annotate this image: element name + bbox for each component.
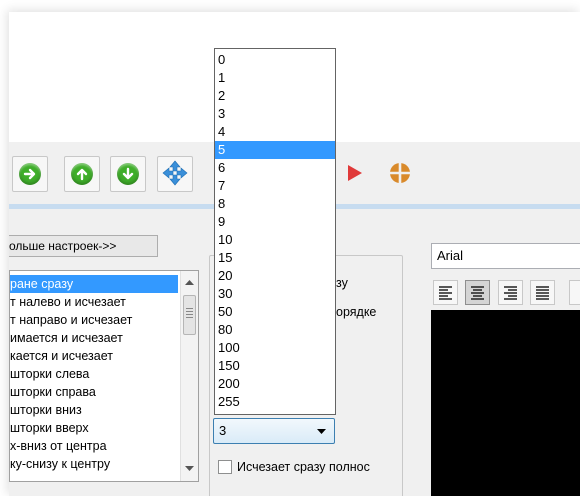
move-down-button[interactable] (110, 156, 146, 192)
move-all-button[interactable] (157, 156, 193, 192)
arrow-up-icon (71, 163, 93, 185)
preview-area (431, 310, 580, 496)
align-center-button[interactable] (465, 280, 490, 305)
dropdown-option[interactable]: 8 (215, 195, 335, 213)
dropdown-option[interactable]: 9 (215, 213, 335, 231)
speed-dropdown-list[interactable]: 0 1 2 3 4 5 6 7 8 9 10 15 20 30 50 80 10… (214, 48, 336, 415)
align-right-icon (504, 286, 517, 300)
move-right-button[interactable] (12, 156, 48, 192)
stop-icon (388, 161, 412, 188)
align-justify-button[interactable] (530, 280, 555, 305)
dropdown-option[interactable]: 20 (215, 267, 335, 285)
arrow-right-icon (19, 163, 41, 185)
dropdown-option[interactable]: 30 (215, 285, 335, 303)
dropdown-option[interactable]: 1 (215, 69, 335, 87)
speed-combobox[interactable]: 3 (213, 418, 335, 444)
font-name-field[interactable]: Arial (431, 243, 580, 269)
option-label-order: орядке (336, 305, 377, 319)
align-right-button[interactable] (498, 280, 523, 305)
arrow-down-icon (117, 163, 139, 185)
dropdown-option[interactable]: 200 (215, 375, 335, 393)
list-item[interactable]: т направо и исчезает (10, 311, 132, 329)
vanish-checkbox-label: Исчезает сразу полнос (237, 460, 370, 474)
align-left-icon (439, 286, 452, 300)
list-item[interactable]: шторки справа (10, 383, 96, 401)
scroll-thumb[interactable] (183, 295, 196, 335)
chevron-down-icon[interactable] (317, 429, 326, 434)
play-button[interactable] (337, 156, 373, 192)
dropdown-option[interactable]: 255 (215, 393, 335, 411)
app-window: ольше настроек->> ране сразу т налево и … (9, 12, 580, 496)
list-item[interactable]: шторки вверх (10, 419, 89, 437)
vanish-checkbox[interactable] (218, 460, 232, 474)
extra-format-button[interactable] (569, 280, 580, 305)
option-label-instant: зу (336, 276, 348, 290)
list-item[interactable]: т налево и исчезает (10, 293, 126, 311)
dropdown-option[interactable]: 3 (215, 105, 335, 123)
dropdown-option[interactable]: 10 (215, 231, 335, 249)
effects-listbox[interactable]: ране сразу т налево и исчезает т направо… (9, 270, 199, 482)
dropdown-option[interactable]: 5 (215, 141, 335, 159)
align-center-icon (471, 286, 484, 300)
scroll-down-icon[interactable] (185, 466, 194, 472)
speed-combobox-value: 3 (219, 423, 227, 438)
dropdown-option[interactable]: 15 (215, 249, 335, 267)
move-up-button[interactable] (64, 156, 100, 192)
list-item[interactable]: шторки слева (10, 365, 89, 383)
dropdown-option[interactable]: 6 (215, 159, 335, 177)
list-item[interactable]: шторки вниз (10, 401, 82, 419)
align-left-button[interactable] (433, 280, 458, 305)
list-scrollbar[interactable] (180, 271, 198, 481)
dropdown-option[interactable]: 2 (215, 87, 335, 105)
dropdown-option[interactable]: 100 (215, 339, 335, 357)
align-justify-icon (536, 286, 549, 300)
more-settings-button[interactable]: ольше настроек->> (9, 235, 158, 257)
move-icon (162, 160, 188, 189)
scroll-up-icon[interactable] (185, 279, 194, 285)
dropdown-option[interactable]: 150 (215, 357, 335, 375)
dropdown-option[interactable]: 0 (215, 51, 335, 69)
list-item[interactable]: имается и исчезает (10, 329, 123, 347)
list-item[interactable]: ку-снизу к центру (10, 455, 110, 473)
stop-button[interactable] (382, 156, 418, 192)
play-icon (347, 164, 363, 185)
list-item[interactable]: х-вниз от центра (10, 437, 107, 455)
dropdown-option[interactable]: 7 (215, 177, 335, 195)
list-item[interactable]: ране сразу (10, 275, 178, 293)
dropdown-option[interactable]: 50 (215, 303, 335, 321)
list-item[interactable]: кается и исчезает (10, 347, 113, 365)
dropdown-option[interactable]: 4 (215, 123, 335, 141)
dropdown-option[interactable]: 80 (215, 321, 335, 339)
